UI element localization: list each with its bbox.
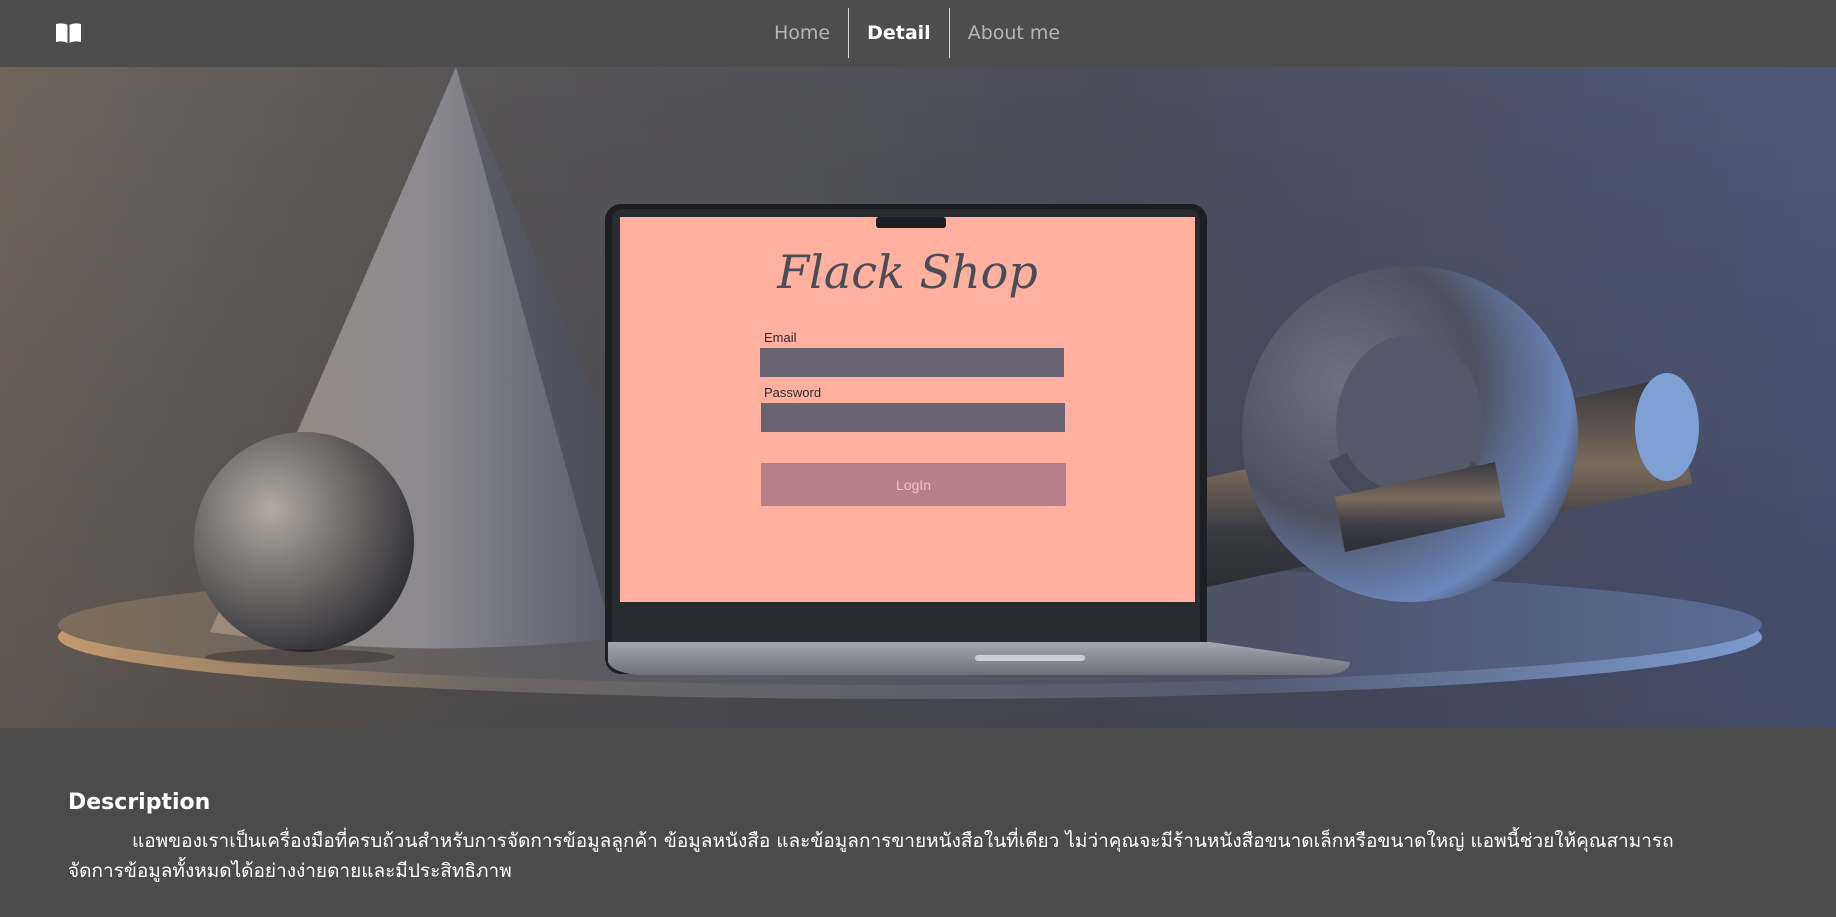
screen-email-label: Email xyxy=(764,330,797,345)
nav-link-detail[interactable]: Detail xyxy=(849,8,949,58)
nav-link-about-me[interactable]: About me xyxy=(950,8,1078,58)
hero-image: Flack Shop Email Password LogIn xyxy=(0,67,1836,728)
description-paragraph: แอพของเราเป็นเครื่องมือที่ครบถ้วนสำหรับก… xyxy=(68,830,1674,882)
open-book-icon[interactable] xyxy=(55,22,82,44)
screen-password-label: Password xyxy=(764,385,822,400)
main-nav: Home Detail About me xyxy=(756,8,1078,58)
description-section: Description แอพของเราเป็นเครื่องมือที่คร… xyxy=(0,728,1836,917)
nav-link-home[interactable]: Home xyxy=(756,8,848,58)
laptop-screen-mockup: Flack Shop Email Password LogIn xyxy=(620,217,1195,602)
description-title: Description xyxy=(68,790,211,815)
screen-email-field xyxy=(760,348,1064,377)
screen-login-label: LogIn xyxy=(895,476,932,493)
screen-login-button: LogIn xyxy=(761,463,1066,506)
screen-password-field xyxy=(761,403,1065,432)
screen-logo: Flack Shop xyxy=(777,245,1038,299)
top-navbar: Home Detail About me xyxy=(0,0,1836,67)
